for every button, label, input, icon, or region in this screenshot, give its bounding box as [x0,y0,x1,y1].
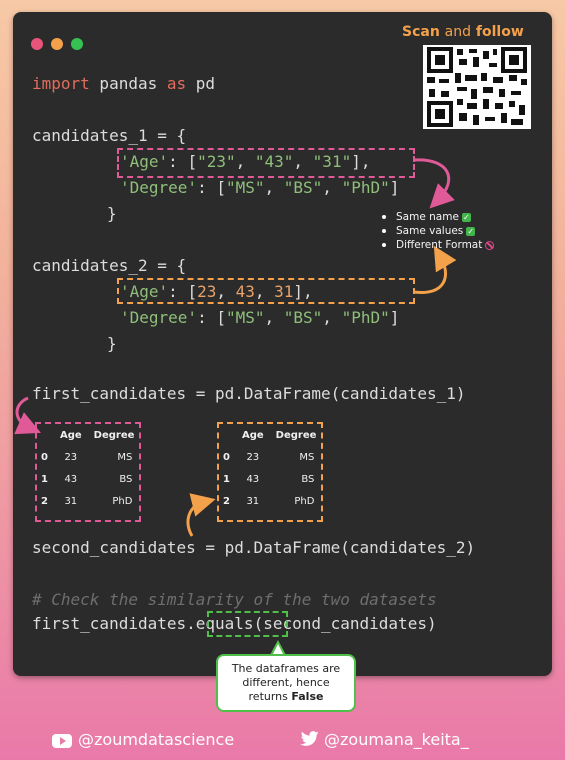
age-cell: 23 [64,451,78,463]
table-row: 0 23 MS [37,446,140,468]
twitter-handle[interactable]: @zoumana_keita_ [300,730,469,751]
row-index: 2 [223,495,230,507]
note-text: Same name [396,211,459,223]
check-icon: ✓ [466,226,476,236]
age-cell: 43 [246,473,260,485]
degree-cell: BS [119,473,133,485]
check-icon: ✓ [461,212,471,222]
table-row: 1 43 BS [219,468,322,490]
row-index: 2 [41,495,48,507]
note-text: Same values [396,225,464,237]
age-cell: 31 [246,495,260,507]
callout-line-1: The dataframes are [231,662,341,675]
youtube-icon [52,733,72,748]
note-same-values: Same values ✓ [382,224,494,238]
result-callout: The dataframes are different, hence retu… [216,654,356,712]
youtube-handle[interactable]: @zoumdatascience [52,730,234,749]
age-cell: 23 [246,451,260,463]
age-cell: 31 [64,495,78,507]
age-header: Age [59,429,82,441]
row-index: 0 [223,451,230,463]
age-header: Age [241,429,264,441]
degree-header: Degree [275,429,317,441]
callout-false: False [291,690,324,703]
pink-curve-arrow-icon [14,396,41,435]
callout-line-3: returns False [218,690,354,704]
note-same-name: Same name ✓ [382,210,494,224]
twitter-handle-text: @zoumana_keita_ [324,730,469,749]
age-cell: 43 [64,473,78,485]
table-row: 0 23 MS [219,446,322,468]
index-header [37,424,54,446]
orange-arrow-icon [413,245,457,294]
callout-returns: returns [248,690,292,703]
row-index: 1 [41,473,48,485]
prohibited-icon [485,240,495,250]
first-dataframe-table: Age Degree 0 23 MS 1 43 BS 2 31 PhD [37,424,140,512]
table-row: 1 43 BS [37,468,140,490]
callout-line-2: different, hence [242,676,330,689]
youtube-handle-text: @zoumdatascience [78,730,235,749]
row-index: 1 [223,473,230,485]
orange-curve-arrow-icon [186,493,216,537]
degree-cell: MS [299,451,315,463]
second-dataframe-table: Age Degree 0 23 MS 1 43 BS 2 31 PhD [219,424,322,512]
degree-cell: PhD [112,495,133,507]
table-row: 2 31 PhD [219,490,322,512]
note-different-format: Different Format [382,238,495,252]
degree-cell: BS [301,473,315,485]
table-row: 2 31 PhD [37,490,140,512]
row-index: 0 [41,451,48,463]
twitter-icon [300,730,320,751]
index-header [219,424,236,446]
degree-cell: PhD [294,495,315,507]
pink-arrow-icon [413,158,455,209]
comparison-notes: Same name ✓ Same values ✓ Different Format [382,210,495,252]
degree-header: Degree [93,429,135,441]
note-text: Different Format [396,239,483,251]
degree-cell: MS [117,451,133,463]
